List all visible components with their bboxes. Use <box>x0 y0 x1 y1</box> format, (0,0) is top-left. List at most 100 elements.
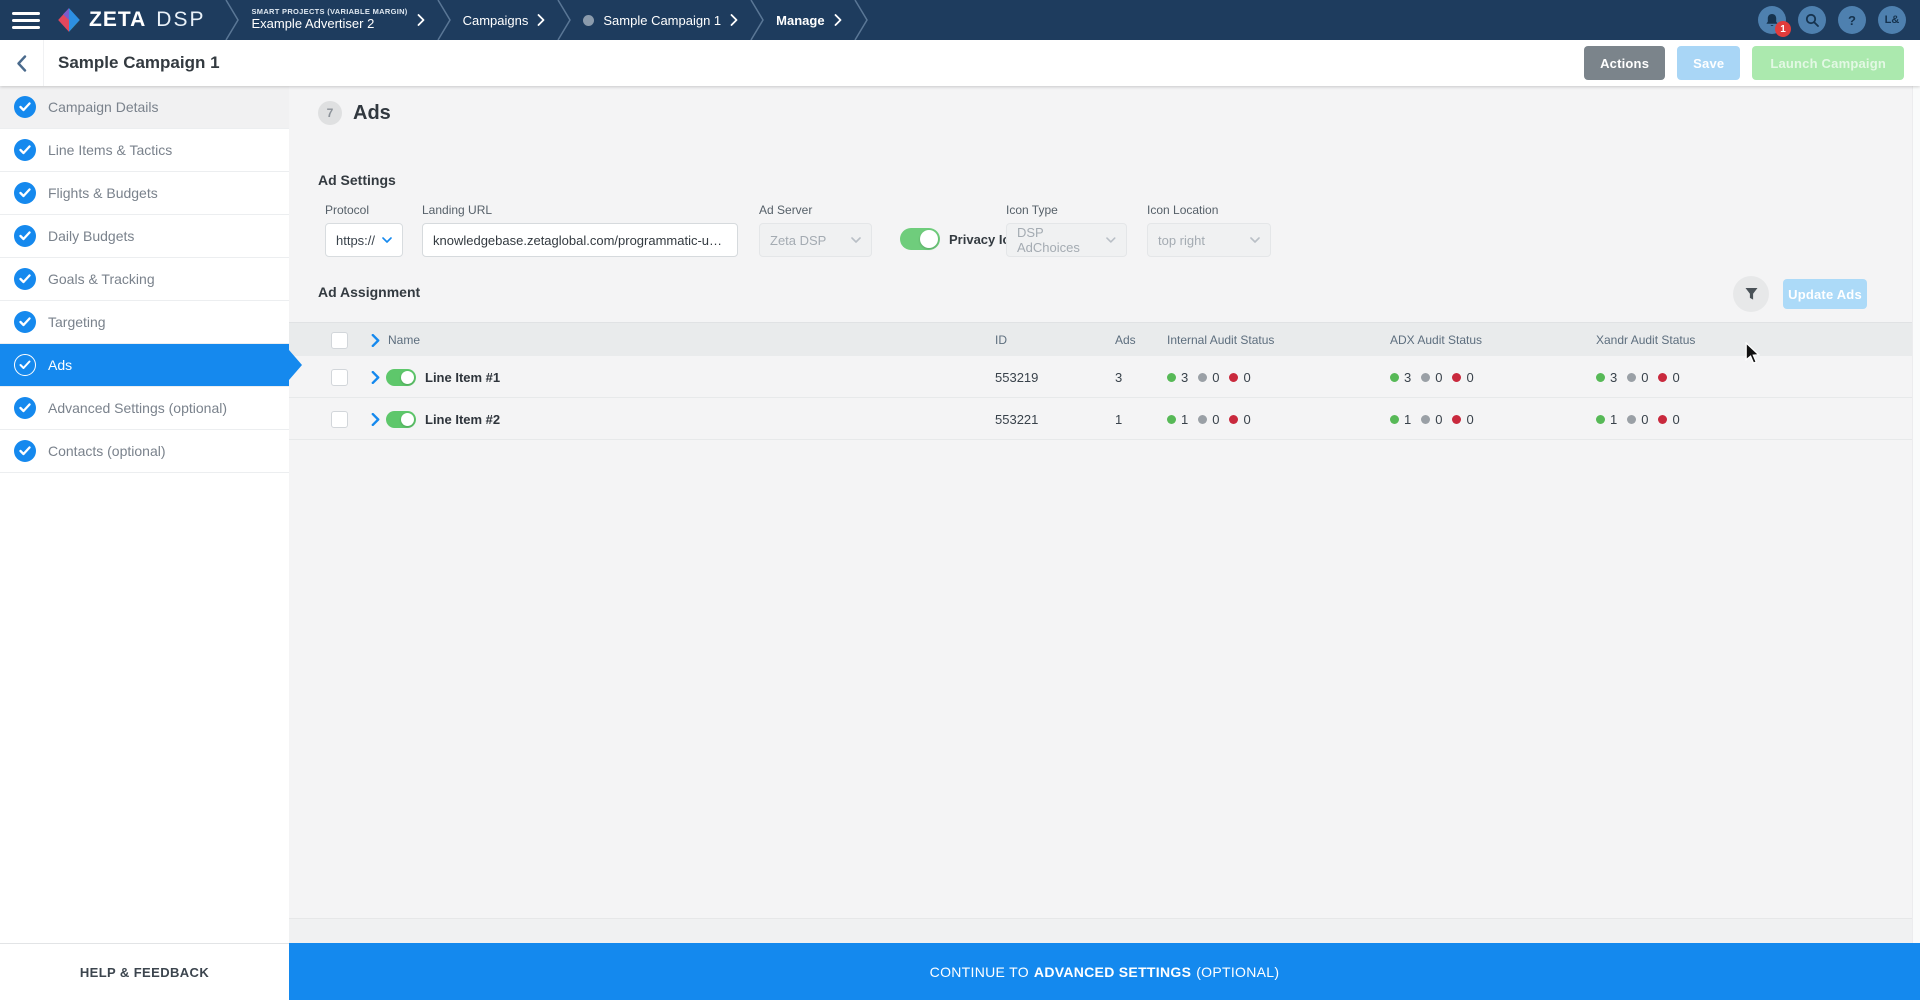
column-header-name[interactable]: Name <box>388 323 420 357</box>
icon-type-select: DSP AdChoices <box>1006 223 1127 257</box>
zeta-diamond-icon <box>56 7 82 33</box>
search-button[interactable] <box>1798 6 1826 34</box>
chevron-down-icon <box>851 237 861 243</box>
table-row: Line Item #2 553221 1 1 0 0 1 0 0 1 0 0 <box>289 398 1912 440</box>
avatar-initials: L& <box>1885 14 1900 26</box>
line-item-name[interactable]: Line Item #2 <box>425 398 500 440</box>
actions-button[interactable]: Actions <box>1584 46 1665 80</box>
ad-assignment-title: Ad Assignment <box>318 284 420 300</box>
pending-dot <box>1421 415 1430 424</box>
landing-url-label: Landing URL <box>422 203 738 217</box>
chevron-right-icon <box>537 14 545 26</box>
launch-campaign-button[interactable]: Launch Campaign <box>1752 46 1904 80</box>
top-navbar: ZETA DSP SMART PROJECTS (VARIABLE MARGIN… <box>0 0 1920 40</box>
hamburger-menu-icon[interactable] <box>12 8 40 33</box>
breadcrumb-advertiser-label: Example Advertiser 2 <box>251 17 407 32</box>
help-feedback-button[interactable]: HELP & FEEDBACK <box>0 943 289 1000</box>
pending-count: 0 <box>1641 412 1648 427</box>
chevron-left-icon <box>16 55 27 72</box>
update-ads-button[interactable]: Update Ads <box>1783 279 1867 309</box>
ad-settings-title: Ad Settings <box>318 172 396 188</box>
rejected-dot <box>1229 415 1238 424</box>
sidebar-item-ads[interactable]: Ads <box>0 344 289 387</box>
sidebar-item-targeting[interactable]: Targeting <box>0 301 289 344</box>
sidebar-item-line-items[interactable]: Line Items & Tactics <box>0 129 289 172</box>
row-checkbox[interactable] <box>331 369 348 386</box>
protocol-select[interactable]: https:// <box>325 223 403 257</box>
rejected-count: 0 <box>1672 412 1679 427</box>
icon-type-value: DSP AdChoices <box>1017 225 1106 255</box>
approved-dot <box>1167 415 1176 424</box>
column-header-internal-audit[interactable]: Internal Audit Status <box>1167 323 1274 357</box>
icon-type-field: Icon Type DSP AdChoices <box>1006 203 1127 257</box>
sidebar-item-goals-tracking[interactable]: Goals & Tracking <box>0 258 289 301</box>
expand-row-icon[interactable] <box>371 398 380 440</box>
content-end-strip <box>289 918 1912 943</box>
expand-all-icon[interactable] <box>371 323 380 357</box>
breadcrumb-separator-icon <box>437 0 451 40</box>
filter-button[interactable] <box>1733 276 1769 312</box>
row-checkbox[interactable] <box>331 411 348 428</box>
expand-row-icon[interactable] <box>371 356 380 398</box>
approved-dot <box>1390 415 1399 424</box>
sidebar-item-label: Flights & Budgets <box>48 185 158 201</box>
line-item-enabled-toggle[interactable] <box>386 411 416 428</box>
line-item-enabled-toggle[interactable] <box>386 369 416 386</box>
breadcrumb-advertiser[interactable]: SMART PROJECTS (VARIABLE MARGIN) Example… <box>245 8 430 32</box>
sidebar-item-contacts[interactable]: Contacts (optional) <box>0 430 289 473</box>
chevron-right-icon <box>834 14 842 26</box>
line-item-id: 553219 <box>995 356 1038 398</box>
column-header-id[interactable]: ID <box>995 323 1007 357</box>
breadcrumb-manage[interactable]: Manage <box>770 13 847 28</box>
pending-dot <box>1627 373 1636 382</box>
notification-badge: 1 <box>1775 21 1791 37</box>
app-window: ZETA DSP SMART PROJECTS (VARIABLE MARGIN… <box>0 0 1920 1000</box>
continue-button[interactable]: CONTINUE TO ADVANCED SETTINGS (OPTIONAL) <box>289 943 1920 1000</box>
sidebar-item-label: Contacts (optional) <box>48 443 166 459</box>
zeta-dsp-logo[interactable]: ZETA DSP <box>56 7 205 33</box>
chevron-right-icon <box>417 14 425 26</box>
chevron-right-icon <box>730 14 738 26</box>
approved-count: 1 <box>1181 412 1188 427</box>
breadcrumb-separator-icon <box>750 0 764 40</box>
select-all-checkbox[interactable] <box>331 332 348 349</box>
page-title: Sample Campaign 1 <box>58 53 220 73</box>
help-button[interactable]: ? <box>1838 6 1866 34</box>
sidebar-item-daily-budgets[interactable]: Daily Budgets <box>0 215 289 258</box>
save-button[interactable]: Save <box>1677 46 1740 80</box>
campaign-status-dot <box>583 15 594 26</box>
continue-bold: ADVANCED SETTINGS <box>1034 964 1191 980</box>
column-header-adx-audit[interactable]: ADX Audit Status <box>1390 323 1482 357</box>
avatar[interactable]: L& <box>1878 6 1906 34</box>
table-row: Line Item #1 553219 3 3 0 0 3 0 0 3 0 0 <box>289 356 1912 398</box>
rejected-dot <box>1229 373 1238 382</box>
pending-count: 0 <box>1212 370 1219 385</box>
sidebar-item-campaign-details[interactable]: Campaign Details <box>0 86 289 129</box>
scrollbar[interactable] <box>1912 86 1920 943</box>
ad-server-value: Zeta DSP <box>770 233 826 248</box>
approved-count: 3 <box>1404 370 1411 385</box>
sidebar-item-label: Targeting <box>48 314 106 330</box>
line-item-id: 553221 <box>995 398 1038 440</box>
approved-count: 1 <box>1404 412 1411 427</box>
column-header-xandr-audit[interactable]: Xandr Audit Status <box>1596 323 1695 357</box>
privacy-icon-toggle[interactable] <box>900 228 940 250</box>
icon-location-value: top right <box>1158 233 1205 248</box>
rejected-dot <box>1658 415 1667 424</box>
sidebar-item-label: Line Items & Tactics <box>48 142 172 158</box>
approved-dot <box>1596 373 1605 382</box>
breadcrumb-campaign[interactable]: Sample Campaign 1 <box>577 13 744 28</box>
landing-url-input[interactable] <box>422 223 738 257</box>
icon-location-field: Icon Location top right <box>1147 203 1271 257</box>
breadcrumb-separator-icon <box>557 0 571 40</box>
protocol-field: Protocol https:// <box>325 203 403 257</box>
sidebar-item-flights-budgets[interactable]: Flights & Budgets <box>0 172 289 215</box>
notifications-button[interactable]: 1 <box>1758 6 1786 34</box>
sidebar-item-advanced-settings[interactable]: Advanced Settings (optional) <box>0 387 289 430</box>
column-header-ads[interactable]: Ads <box>1115 323 1136 357</box>
line-item-name[interactable]: Line Item #1 <box>425 356 500 398</box>
back-button[interactable] <box>0 40 44 86</box>
approved-dot <box>1596 415 1605 424</box>
table-header: Name ID Ads Internal Audit Status ADX Au… <box>289 322 1912 356</box>
breadcrumb-campaigns[interactable]: Campaigns <box>457 13 552 28</box>
